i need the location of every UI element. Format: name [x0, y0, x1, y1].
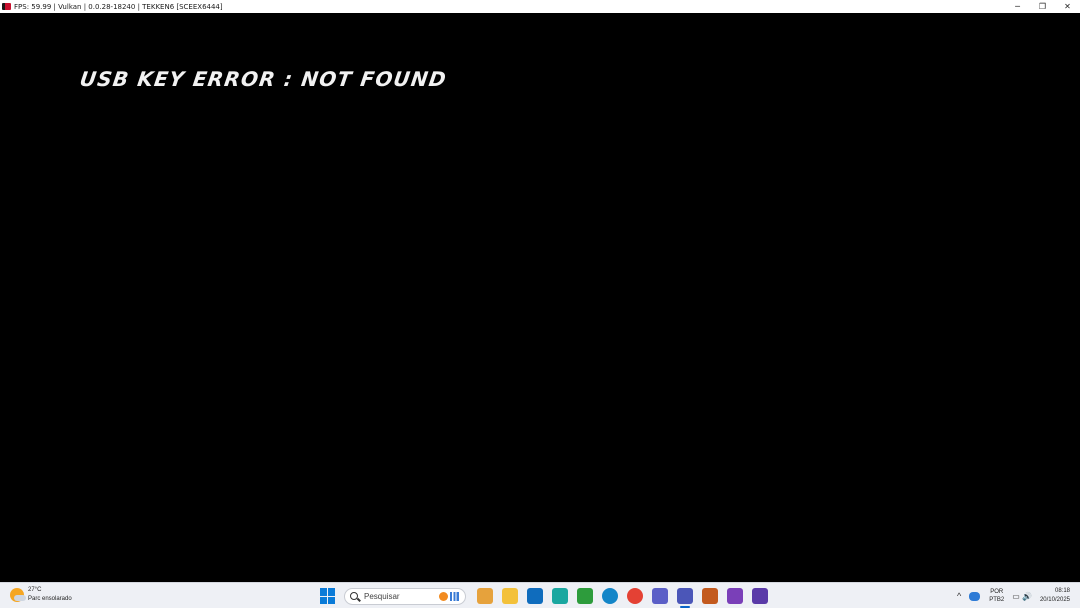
show-hidden-icons-chevron-icon[interactable]: ^ — [957, 591, 961, 601]
search-highlight-icon — [439, 592, 459, 602]
clock[interactable]: 08:18 20/10/2025 — [1040, 587, 1070, 605]
language-bottom: PTB2 — [989, 597, 1005, 603]
clock-date: 20/10/2025 — [1039, 597, 1070, 603]
weather-condition: Parc ensolarado — [28, 596, 72, 602]
start-button[interactable] — [320, 588, 336, 604]
minimize-button[interactable]: ─ — [1005, 0, 1030, 13]
copilot-icon[interactable] — [551, 588, 568, 604]
close-button[interactable]: ✕ — [1055, 0, 1080, 13]
game-viewport[interactable]: USB KEY ERROR : NOT FOUND — [0, 13, 1080, 582]
tekken-icon[interactable] — [701, 588, 718, 604]
edge-icon[interactable] — [601, 588, 618, 604]
restore-button[interactable]: ❐ — [1030, 0, 1055, 13]
emulator-icon[interactable] — [676, 588, 693, 608]
system-tray: ^ POR PTB2 ▭ 🔊 08:18 20/10/2025 — [957, 585, 1080, 607]
chrome-icon[interactable] — [626, 588, 643, 604]
teams-icon[interactable] — [651, 588, 668, 604]
app-icon — [2, 3, 11, 10]
search-placeholder: Pesquisar — [364, 591, 400, 601]
widgets-icon[interactable] — [476, 588, 493, 604]
window-title-bar[interactable]: FPS: 59.99 | Vulkan | 0.0.28-18240 | TEK… — [0, 0, 1080, 13]
window-title: FPS: 59.99 | Vulkan | 0.0.28-18240 | TEK… — [14, 2, 223, 11]
apps-launcher-icon[interactable] — [576, 588, 593, 604]
window-controls: ─ ❐ ✕ — [1005, 0, 1080, 13]
onedrive-icon[interactable] — [969, 591, 981, 601]
language-top: POR — [990, 589, 1004, 595]
game-app-2-icon[interactable] — [751, 588, 768, 604]
clock-time: 08:18 — [1054, 588, 1070, 594]
file-explorer-icon[interactable] — [501, 588, 518, 604]
outlook-icon[interactable] — [526, 588, 543, 604]
weather-widget[interactable]: 27°C Parc ensolarado — [10, 586, 72, 604]
error-message: USB KEY ERROR : NOT FOUND — [78, 67, 449, 91]
network-volume-icons[interactable]: ▭ 🔊 — [1012, 592, 1032, 601]
taskbar-center: Pesquisar — [320, 586, 772, 608]
weather-temp: 27°C — [28, 587, 42, 593]
language-indicator[interactable]: POR PTB2 — [989, 588, 1004, 604]
search-box[interactable]: Pesquisar — [344, 587, 466, 605]
game-app-icon[interactable] — [726, 588, 743, 604]
weather-icon — [10, 588, 26, 602]
taskbar: 27°C Parc ensolarado Pesquisar ^ POR PTB… — [0, 582, 1080, 608]
search-icon — [350, 592, 358, 600]
